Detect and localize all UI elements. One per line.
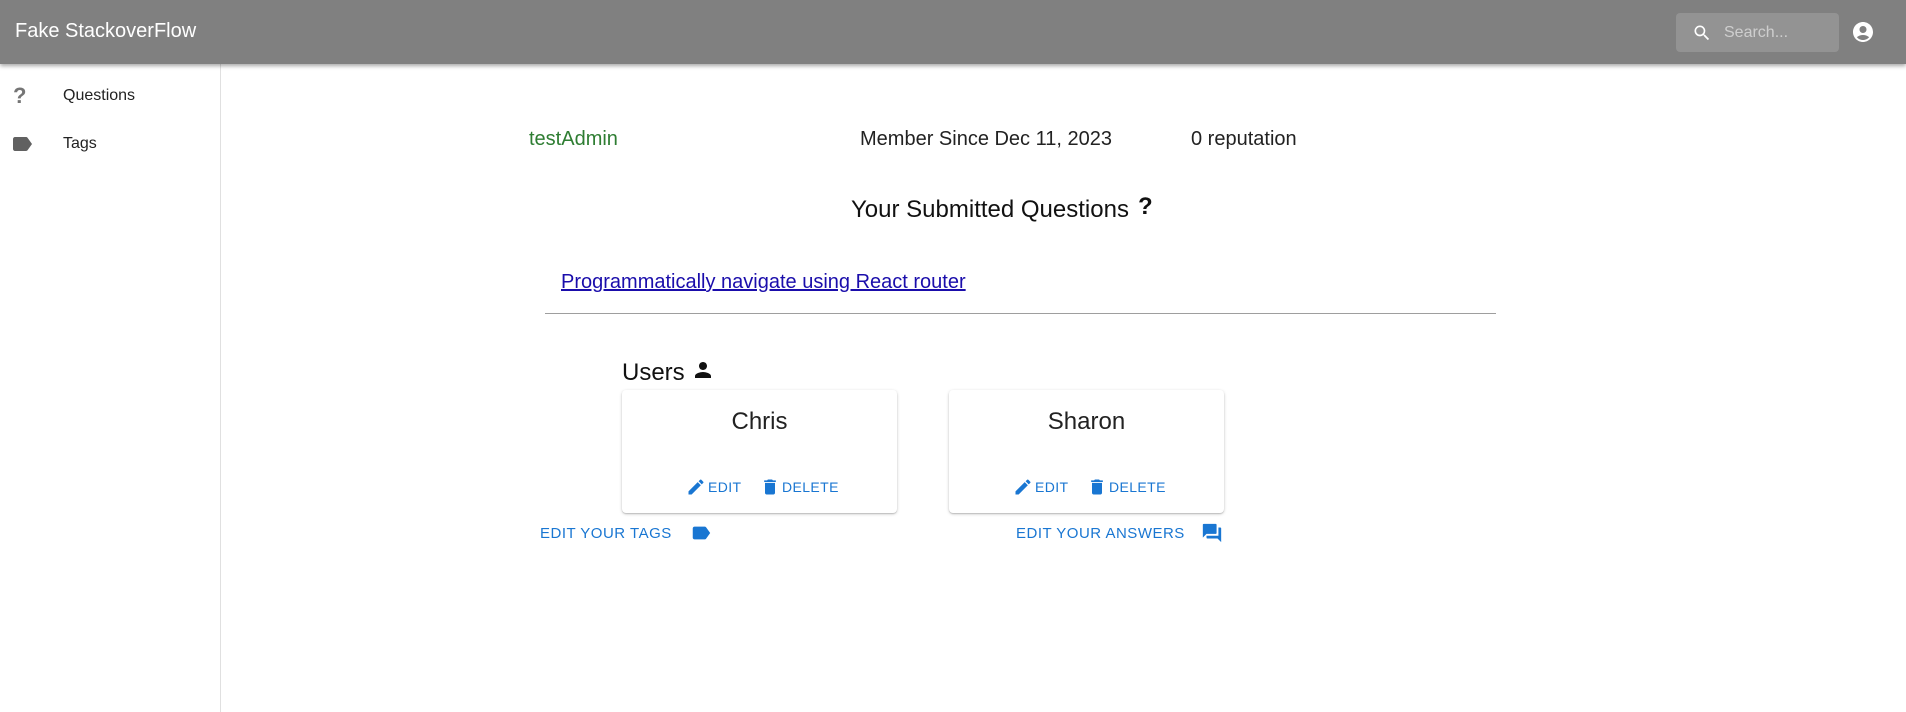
reputation: 0 reputation <box>1191 128 1297 150</box>
question-link[interactable]: Programmatically navigate using React ro… <box>561 271 966 294</box>
app-bar: Fake StackoverFlow <box>0 0 1906 64</box>
sidebar-item-label: Tags <box>63 135 97 152</box>
divider <box>545 313 1496 314</box>
sidebar: ? Questions Tags <box>0 64 221 712</box>
delete-label: DELETE <box>782 479 839 495</box>
edit-tags-label: EDIT YOUR TAGS <box>540 524 672 542</box>
edit-user-button[interactable]: EDIT <box>686 475 742 499</box>
submitted-questions-title: Your Submitted Questions <box>851 196 1129 223</box>
edit-answers-label: EDIT YOUR ANSWERS <box>1016 524 1185 542</box>
delete-label: DELETE <box>1109 479 1166 495</box>
user-name: Chris <box>731 408 788 435</box>
sidebar-item-questions[interactable]: ? Questions <box>0 72 220 120</box>
sidebar-item-label: Questions <box>63 87 136 104</box>
trash-icon <box>1091 479 1103 495</box>
user-card: Chris EDIT DELETE <box>622 390 897 513</box>
user-name: Sharon <box>1047 408 1126 435</box>
profile-username: testAdmin <box>529 128 618 150</box>
search-icon <box>1694 25 1710 41</box>
pencil-icon <box>688 479 704 495</box>
question-mark-icon: ? <box>1138 193 1153 220</box>
pencil-icon <box>1015 479 1031 495</box>
edit-user-button[interactable]: EDIT <box>1013 475 1069 499</box>
delete-user-button[interactable]: DELETE <box>1087 475 1166 499</box>
person-icon <box>695 362 711 378</box>
edit-tags-button[interactable]: EDIT YOUR TAGS <box>540 522 716 544</box>
edit-answers-button[interactable]: EDIT YOUR ANSWERS <box>1016 522 1228 544</box>
account-circle-icon[interactable] <box>1851 20 1875 44</box>
user-card: Sharon EDIT DELETE <box>949 390 1224 513</box>
search-box[interactable] <box>1676 13 1839 52</box>
tag-icon <box>13 137 32 151</box>
delete-user-button[interactable]: DELETE <box>760 475 839 499</box>
users-title: Users <box>622 359 685 386</box>
edit-label: EDIT <box>1035 479 1069 495</box>
question-mark-icon: ? <box>13 83 27 108</box>
trash-icon <box>764 479 776 495</box>
forum-icon <box>1202 523 1222 543</box>
main-content: testAdmin Member Since Dec 11, 2023 0 re… <box>222 64 1906 712</box>
sidebar-item-tags[interactable]: Tags <box>0 120 220 168</box>
app-title[interactable]: Fake StackoverFlow <box>15 20 196 43</box>
search-input[interactable] <box>1724 22 1829 44</box>
member-since: Member Since Dec 11, 2023 <box>860 128 1112 150</box>
tag-icon <box>692 526 711 540</box>
edit-label: EDIT <box>708 479 742 495</box>
